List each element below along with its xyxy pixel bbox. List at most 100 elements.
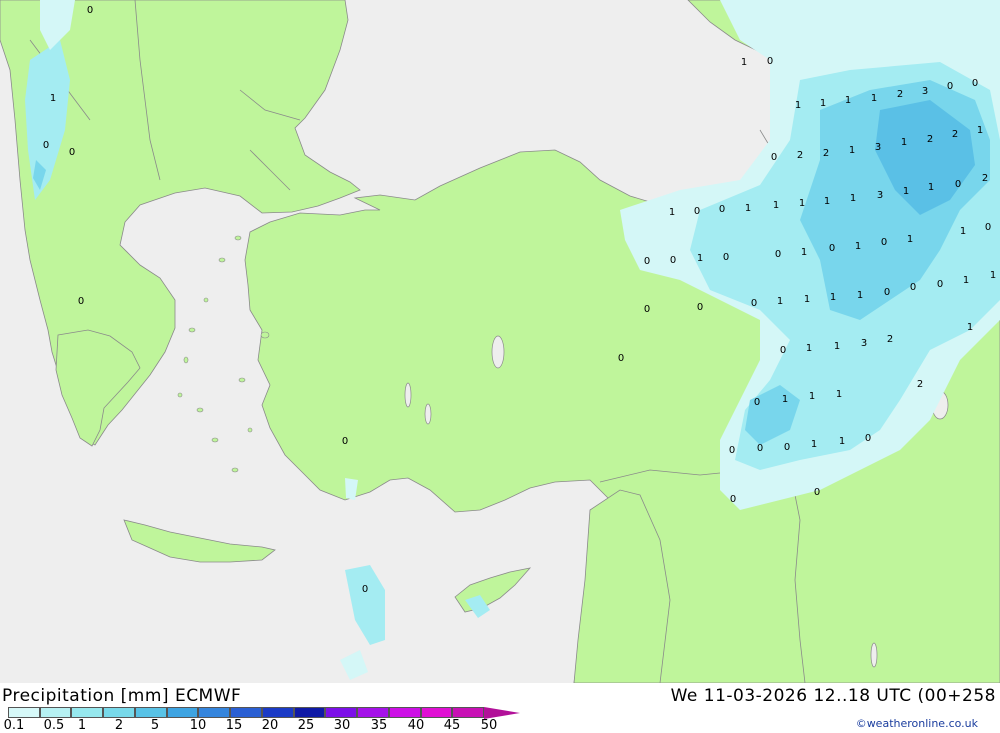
precip-value-label: 1	[811, 439, 817, 450]
precip-value-label: 1	[782, 394, 788, 405]
precip-value-label: 0	[751, 298, 757, 309]
precip-value-label: 0	[780, 345, 786, 356]
precip-value-label: 1	[836, 389, 842, 400]
precip-value-label: 0	[618, 353, 624, 364]
precip-value-label: 0	[910, 282, 916, 293]
scale-swatch	[357, 707, 389, 718]
scale-swatch	[452, 707, 485, 718]
precip-value-label: 2	[927, 134, 933, 145]
scale-swatch	[166, 707, 199, 718]
scale-swatch	[325, 707, 358, 718]
scale-tick-label: 0.1	[3, 718, 25, 733]
scale-swatch	[103, 707, 135, 718]
precip-value-label: 0	[69, 147, 75, 158]
precip-value-label: 1	[741, 57, 747, 68]
scale-swatch	[261, 707, 294, 718]
scale-swatch	[230, 707, 262, 718]
credit-link[interactable]: ©weatheronline.co.uk	[856, 717, 978, 730]
precip-value-label: 1	[809, 391, 815, 402]
precip-value-label: 0	[955, 179, 961, 190]
precip-value-label: 1	[50, 93, 56, 104]
scale-swatch	[293, 707, 326, 718]
scale-swatch	[134, 707, 167, 718]
precip-value-label: 3	[875, 142, 881, 153]
scale-swatch	[198, 707, 231, 718]
precip-value-label: 1	[799, 198, 805, 209]
scale-tick-label: 5	[150, 718, 160, 733]
scale-tick-label: 2	[114, 718, 124, 733]
precip-value-label: 0	[884, 287, 890, 298]
precip-value-label: 1	[928, 182, 934, 193]
precip-value-label: 1	[777, 296, 783, 307]
precip-value-label: 1	[806, 343, 812, 354]
precip-value-label: 0	[757, 443, 763, 454]
precip-value-label: 0	[784, 442, 790, 453]
precip-value-label: 1	[839, 436, 845, 447]
precip-value-label: 2	[887, 334, 893, 345]
precip-value-label: 0	[362, 584, 368, 595]
scale-tick-label: 35	[370, 718, 388, 733]
precip-value-label: 0	[694, 206, 700, 217]
precip-value-label: 0	[723, 252, 729, 263]
scale-swatch	[71, 707, 104, 718]
scale-tick-label: 20	[261, 718, 279, 733]
precip-value-label: 0	[767, 56, 773, 67]
precip-value-label: 0	[78, 296, 84, 307]
legend-bar: Precipitation [mm] ECMWF We 11-03-2026 1…	[0, 683, 1000, 733]
precip-value-label: 0	[865, 433, 871, 444]
precip-value-label: 0	[644, 304, 650, 315]
precip-value-label: 1	[820, 98, 826, 109]
precip-value-label: 0	[729, 445, 735, 456]
precip-value-label: 1	[804, 294, 810, 305]
precip-value-label: 2	[897, 89, 903, 100]
scale-tick-label: 45	[443, 718, 461, 733]
precip-value-label: 3	[861, 338, 867, 349]
precipitation-map: 0 1 0 0 1 0 1 1 1 1 2 3 0 0 0 2 2 1 3 1 2 2 1 1 0 0 1 1 1 1 1 3 1 1 0 2 0 0 1 0…	[0, 0, 1000, 683]
precip-value-label: 0	[814, 487, 820, 498]
precip-value-label: 0	[697, 302, 703, 313]
precip-value-label: 1	[903, 186, 909, 197]
precip-value-label: 0	[754, 397, 760, 408]
map-title: Precipitation [mm] ECMWF	[2, 686, 242, 706]
scale-swatch	[420, 707, 453, 718]
precip-value-label: 1	[824, 196, 830, 207]
precip-value-label: 2	[952, 129, 958, 140]
precip-value-label: 1	[830, 292, 836, 303]
scale-tick-label: 1	[77, 718, 87, 733]
precip-value-label: 1	[795, 100, 801, 111]
scale-tick-label: 40	[407, 718, 425, 733]
precip-value-label: 2	[917, 379, 923, 390]
scale-tick-label: 50	[480, 718, 498, 733]
scale-tick-label: 15	[225, 718, 243, 733]
scale-tick-label: 25	[297, 718, 315, 733]
scale-tick-label: 30	[333, 718, 351, 733]
precip-value-label: 0	[644, 256, 650, 267]
scale-swatch	[388, 707, 421, 718]
precip-value-label: 1	[963, 275, 969, 286]
precip-value-label: 1	[669, 207, 675, 218]
precip-value-label: 1	[850, 193, 856, 204]
precip-value-label: 1	[801, 247, 807, 258]
scale-swatch	[39, 707, 72, 718]
precip-value-label: 0	[719, 204, 725, 215]
precip-value-label: 1	[849, 145, 855, 156]
precip-value-label: 1	[967, 322, 973, 333]
valid-time: We 11-03-2026 12..18 UTC (00+258	[670, 686, 996, 706]
precip-value-label: 0	[937, 279, 943, 290]
precip-value-label: 0	[87, 5, 93, 16]
precip-value-label: 1	[745, 203, 751, 214]
precip-value-label: 1	[773, 200, 779, 211]
precip-value-label: 1	[990, 270, 996, 281]
scale-tick-label: 0.5	[43, 718, 65, 733]
precip-value-label: 1	[907, 234, 913, 245]
precip-value-label: 2	[797, 150, 803, 161]
precip-value-label: 2	[982, 173, 988, 184]
precip-value-label: 1	[857, 290, 863, 301]
precip-value-label: 1	[977, 125, 983, 136]
precip-value-label: 0	[730, 494, 736, 505]
precip-value-label: 0	[342, 436, 348, 447]
precip-value-label: 1	[901, 137, 907, 148]
precip-value-label: 1	[834, 341, 840, 352]
scale-tick-label: 10	[189, 718, 207, 733]
precip-value-label: 3	[877, 190, 883, 201]
